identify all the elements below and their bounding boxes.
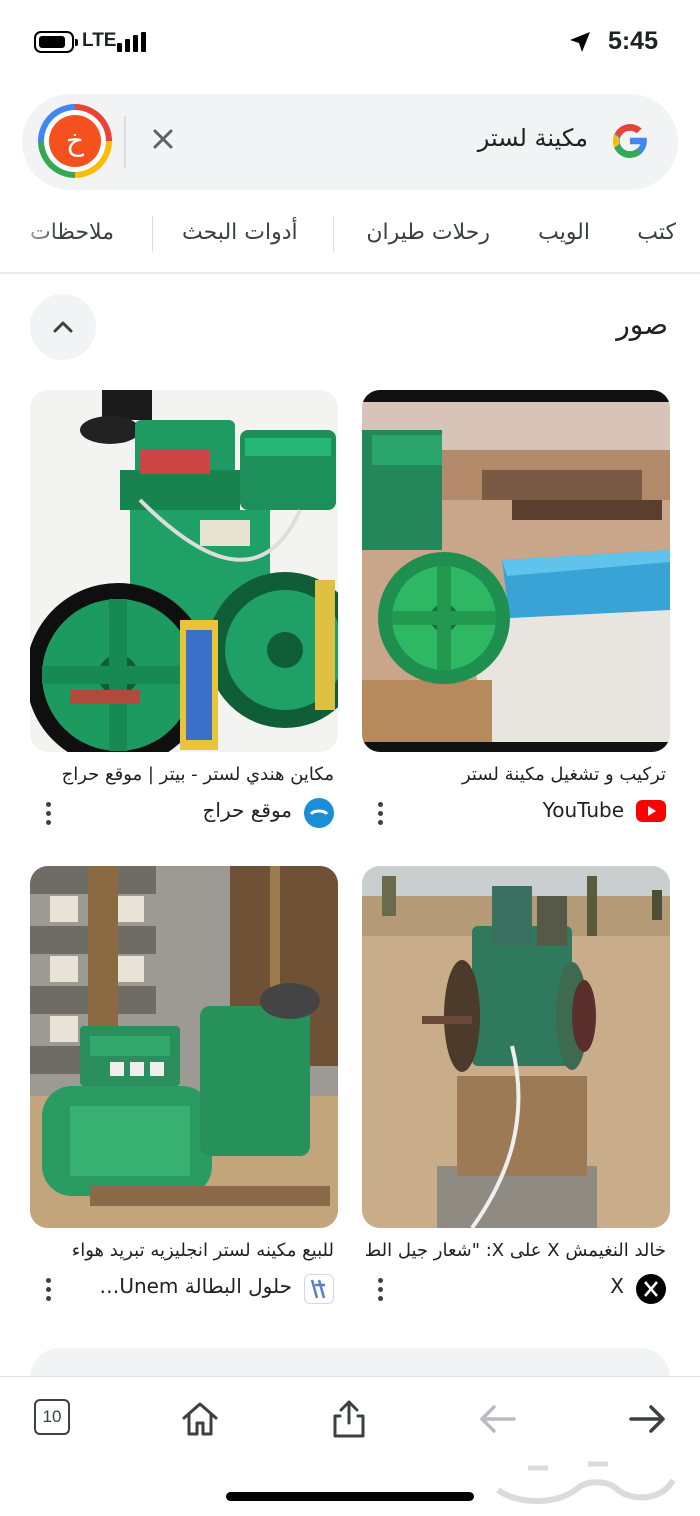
watermark-logo bbox=[496, 1461, 676, 1504]
section-title: صور bbox=[616, 308, 668, 341]
result-image[interactable] bbox=[362, 390, 670, 752]
network-label: LTE bbox=[82, 30, 117, 51]
more-options-icon[interactable] bbox=[46, 1278, 52, 1302]
source-name: حلول البطالة Unem… bbox=[99, 1274, 292, 1298]
location-arrow-icon bbox=[570, 32, 590, 52]
tab-books[interactable]: كتب bbox=[637, 220, 676, 245]
tabs-icon[interactable]: 10 bbox=[34, 1399, 70, 1435]
source-name: موقع حراج bbox=[202, 798, 292, 822]
result-image[interactable] bbox=[30, 866, 338, 1228]
tab-divider bbox=[333, 216, 334, 252]
battery-icon bbox=[34, 31, 78, 53]
result-source[interactable]: موقع حراج bbox=[34, 798, 334, 828]
x-icon bbox=[636, 1274, 666, 1304]
share-icon[interactable] bbox=[327, 1397, 371, 1441]
avatar[interactable]: خ bbox=[38, 104, 112, 178]
search-bar[interactable]: خ مكينة لستر bbox=[22, 94, 678, 190]
chevron-up-icon bbox=[53, 321, 73, 333]
signal-icon bbox=[117, 32, 151, 52]
tab-search-tools[interactable]: أدوات البحث bbox=[182, 220, 298, 245]
divider bbox=[124, 116, 126, 168]
tabs-fade bbox=[0, 206, 60, 262]
status-bar: LTE 5:45 bbox=[0, 0, 700, 86]
filter-tabs: كتب الويب رحلات طيران أدوات البحث ملاحظا… bbox=[0, 206, 700, 262]
result-image[interactable] bbox=[362, 866, 670, 1228]
more-options-icon[interactable] bbox=[378, 802, 384, 826]
collapse-button[interactable] bbox=[30, 294, 96, 360]
forward-arrow-icon[interactable] bbox=[625, 1397, 669, 1441]
avatar-letter: خ bbox=[49, 115, 101, 167]
result-source[interactable]: X bbox=[366, 1274, 666, 1304]
result-title[interactable]: خالد النغيمش X على X: "شعار جيل الطيبي bbox=[366, 1240, 666, 1261]
result-title[interactable]: تركيب و تشغيل مكينة لستر bbox=[366, 764, 666, 785]
back-arrow-icon[interactable] bbox=[476, 1397, 520, 1441]
more-options-icon[interactable] bbox=[46, 802, 52, 826]
divider bbox=[0, 272, 700, 274]
haraj-icon bbox=[304, 798, 334, 828]
home-icon[interactable] bbox=[178, 1397, 222, 1441]
result-source[interactable]: حلول البطالة Unem… bbox=[34, 1274, 334, 1304]
more-options-icon[interactable] bbox=[378, 1278, 384, 1302]
source-name: YouTube bbox=[542, 798, 624, 822]
clock: 5:45 bbox=[607, 27, 658, 55]
home-indicator bbox=[226, 1492, 474, 1501]
google-logo-icon bbox=[613, 124, 648, 158]
site-favicon-icon bbox=[304, 1274, 334, 1304]
result-image[interactable] bbox=[30, 390, 338, 752]
result-title[interactable]: للبيع مكينه لستر انجليزيه تبريد هواء bbox=[34, 1240, 334, 1261]
result-source[interactable]: YouTube bbox=[366, 798, 666, 828]
result-title[interactable]: مكاين هندي لستر - بيتر | موقع حراج bbox=[34, 764, 334, 785]
tab-web[interactable]: الويب bbox=[538, 220, 590, 245]
source-name: X bbox=[610, 1274, 624, 1298]
search-input[interactable]: مكينة لستر bbox=[478, 124, 588, 152]
youtube-icon bbox=[636, 800, 666, 822]
tab-flights[interactable]: رحلات طيران bbox=[366, 220, 490, 245]
tab-divider bbox=[152, 216, 153, 252]
close-icon[interactable] bbox=[148, 124, 178, 154]
